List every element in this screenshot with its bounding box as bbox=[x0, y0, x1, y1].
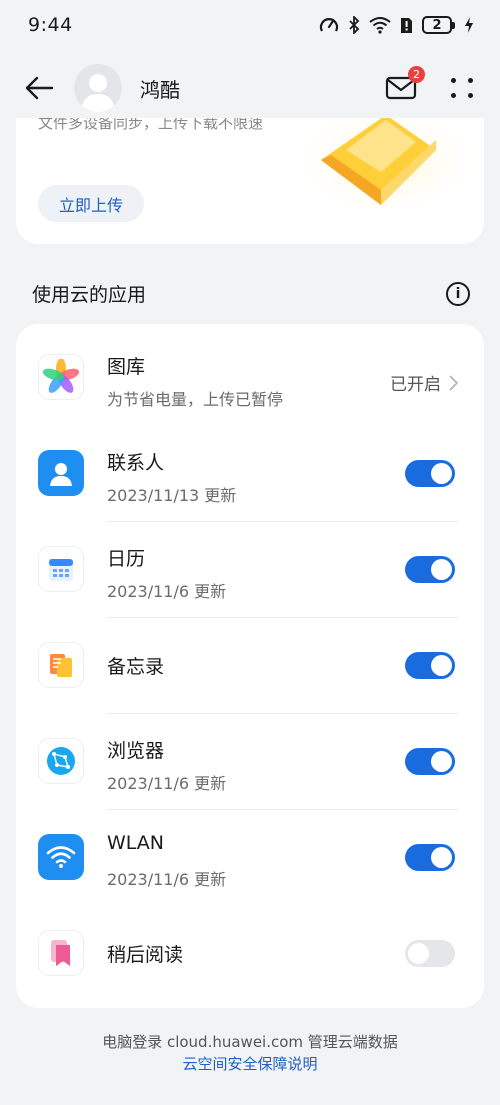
info-icon: i bbox=[455, 285, 461, 302]
app-name: WLAN bbox=[107, 832, 165, 854]
section-title: 使用云的应用 bbox=[32, 284, 147, 306]
app-row-notes: 备忘录 bbox=[16, 618, 484, 714]
more-dot-icon bbox=[451, 93, 456, 98]
top-bar: 鸿酷 2 bbox=[0, 56, 500, 120]
upload-now-button[interactable]: 立即上传 bbox=[38, 185, 145, 222]
app-name: 浏览器 bbox=[107, 740, 165, 762]
wlan-sync-toggle[interactable] bbox=[405, 844, 455, 871]
more-button[interactable] bbox=[448, 73, 478, 103]
calendar-icon bbox=[38, 546, 84, 592]
app-subtitle: 2023/11/6 更新 bbox=[107, 870, 227, 889]
speed-icon bbox=[319, 16, 339, 34]
battery-icon: 2 bbox=[422, 16, 455, 34]
gallery-icon bbox=[38, 354, 84, 400]
calendar-sync-toggle[interactable] bbox=[405, 556, 455, 583]
read-later-sync-toggle[interactable] bbox=[405, 940, 455, 967]
gallery-status-text: 已开启 bbox=[390, 375, 441, 395]
app-subtitle: 2023/11/6 更新 bbox=[107, 582, 227, 601]
read-later-icon bbox=[38, 930, 84, 976]
app-name: 日历 bbox=[107, 548, 146, 570]
cloud-storage-illustration bbox=[291, 118, 476, 220]
status-icons: 2 bbox=[319, 16, 474, 34]
security-info-link[interactable]: 云空间安全保障说明 bbox=[0, 1053, 500, 1074]
apps-section-header: 使用云的应用 i bbox=[32, 280, 470, 307]
more-dot-icon bbox=[451, 78, 456, 83]
wifi-status-icon bbox=[369, 16, 391, 34]
app-row-contacts: 联系人 2023/11/13 更新 bbox=[16, 426, 484, 522]
back-button[interactable] bbox=[22, 71, 56, 105]
notes-icon bbox=[38, 642, 84, 688]
app-subtitle: 2023/11/13 更新 bbox=[107, 486, 237, 505]
browser-sync-toggle[interactable] bbox=[405, 748, 455, 775]
app-row-wlan: WLAN 2023/11/6 更新 bbox=[16, 810, 484, 906]
notes-sync-toggle[interactable] bbox=[405, 652, 455, 679]
footer-text: 电脑登录 cloud.huawei.com 管理云端数据 bbox=[102, 1033, 398, 1051]
more-dot-icon bbox=[468, 78, 473, 83]
app-subtitle: 为节省电量，上传已暂停 bbox=[107, 390, 284, 409]
sim-alert-icon bbox=[400, 17, 413, 34]
gallery-status[interactable]: 已开启 bbox=[390, 370, 458, 395]
avatar[interactable] bbox=[74, 64, 122, 112]
status-time: 9:44 bbox=[28, 14, 73, 36]
app-subtitle: 2023/11/6 更新 bbox=[107, 774, 227, 793]
browser-icon bbox=[38, 738, 84, 784]
user-avatar-icon bbox=[81, 74, 115, 112]
upload-card: 文件多设备同步，上传下载不限速 立即上传 bbox=[16, 118, 484, 244]
messages-button[interactable]: 2 bbox=[384, 66, 425, 105]
chevron-right-icon bbox=[449, 374, 458, 391]
app-row-read-later: 稍后阅读 bbox=[16, 906, 484, 1002]
app-name: 稍后阅读 bbox=[107, 944, 184, 966]
contacts-icon bbox=[38, 450, 84, 496]
status-bar: 9:44 2 bbox=[0, 0, 500, 50]
bluetooth-icon bbox=[348, 16, 360, 34]
apps-list: 图库 为节省电量，上传已暂停 已开启 联系人 2023/11/13 更新 日历 … bbox=[16, 324, 484, 1008]
info-button[interactable]: i bbox=[446, 281, 470, 306]
app-name: 图库 bbox=[107, 356, 146, 378]
contacts-sync-toggle[interactable] bbox=[405, 460, 455, 487]
mail-badge: 2 bbox=[408, 66, 425, 83]
wlan-icon bbox=[38, 834, 84, 880]
app-name: 联系人 bbox=[107, 452, 165, 474]
upload-card-description: 文件多设备同步，上传下载不限速 bbox=[38, 118, 264, 132]
app-name: 备忘录 bbox=[107, 656, 165, 678]
user-name: 鸿酷 bbox=[140, 77, 180, 102]
charging-icon bbox=[464, 17, 474, 33]
more-dot-icon bbox=[468, 93, 473, 98]
back-arrow-icon bbox=[25, 76, 54, 100]
app-row-browser: 浏览器 2023/11/6 更新 bbox=[16, 714, 484, 810]
app-row-calendar: 日历 2023/11/6 更新 bbox=[16, 522, 484, 618]
app-row-gallery[interactable]: 图库 为节省电量，上传已暂停 已开启 bbox=[16, 330, 484, 426]
